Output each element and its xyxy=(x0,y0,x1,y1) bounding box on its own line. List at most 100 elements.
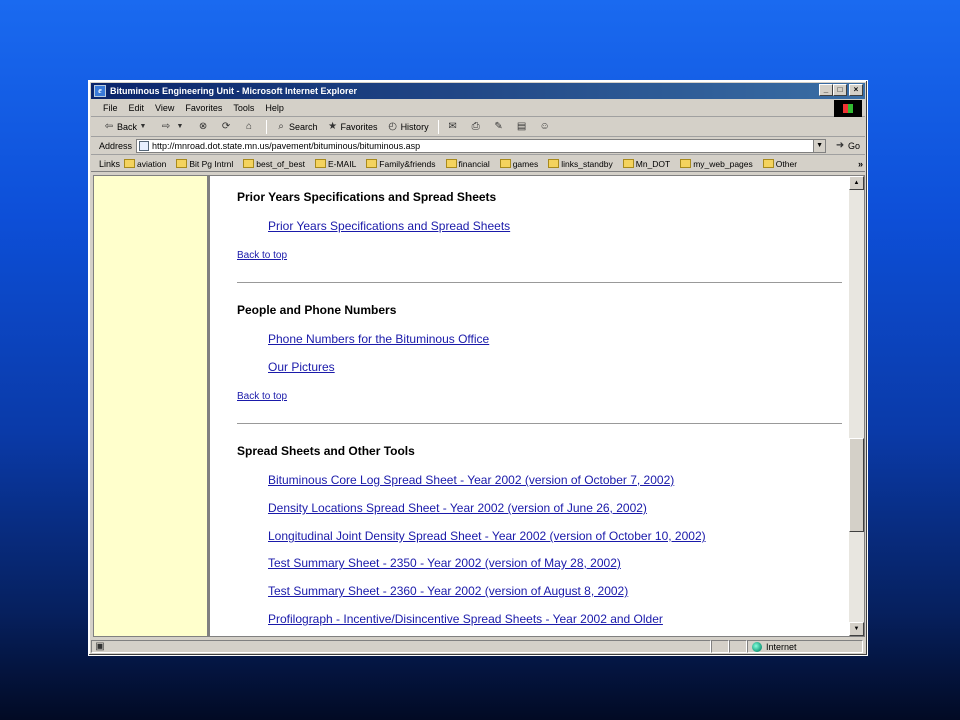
search-button[interactable]: ⌕ Search xyxy=(275,121,317,133)
folder-icon xyxy=(314,159,326,168)
page-content: Prior Years Specifications and Spread Sh… xyxy=(237,176,843,636)
stop-icon: ⊗ xyxy=(198,121,208,132)
address-bar: Address http://mnroad.dot.state.mn.us/pa… xyxy=(91,138,865,155)
close-button[interactable]: × xyxy=(849,84,863,96)
security-zone: Internet xyxy=(747,640,863,653)
folder-icon xyxy=(762,159,774,168)
content-link[interactable]: Prior Years Specifications and Spread Sh… xyxy=(268,219,510,233)
menu-favorites[interactable]: Favorites xyxy=(185,103,222,113)
address-input[interactable]: http://mnroad.dot.state.mn.us/pavement/b… xyxy=(136,139,827,153)
back-button[interactable]: ⇦ Back ▼ xyxy=(103,121,151,133)
links-folder[interactable]: Other xyxy=(762,159,797,169)
home-icon: ⌂ xyxy=(245,121,253,132)
links-folder[interactable]: aviation xyxy=(124,159,166,169)
content-link[interactable]: Our Pictures xyxy=(268,360,335,374)
forward-button[interactable]: ⇨ ▼ xyxy=(160,121,188,133)
vertical-scrollbar[interactable]: ▲ ▼ xyxy=(849,176,864,636)
content-link[interactable]: Longitudinal Joint Density Spread Sheet … xyxy=(268,529,706,543)
discuss-button[interactable]: ▤ xyxy=(516,121,530,133)
menu-view[interactable]: View xyxy=(155,103,174,113)
address-dropdown-icon[interactable]: ▼ xyxy=(813,140,826,152)
windows-logo-icon xyxy=(834,100,862,117)
folder-icon xyxy=(445,159,457,168)
section-divider xyxy=(237,282,842,283)
links-folder[interactable]: my_web_pages xyxy=(680,159,753,169)
maximize-button[interactable]: □ xyxy=(833,84,847,96)
go-button[interactable]: ➜ Go xyxy=(834,140,860,152)
refresh-button[interactable]: ⟳ xyxy=(220,121,234,133)
page-status-icon: ▣ xyxy=(95,640,105,652)
scroll-up-icon[interactable]: ▲ xyxy=(849,176,864,190)
forward-arrow-icon: ⇨ xyxy=(161,121,171,132)
folder-icon xyxy=(548,159,560,168)
links-folder[interactable]: E-MAIL xyxy=(314,159,356,169)
back-arrow-icon: ⇦ xyxy=(104,121,114,132)
home-button[interactable]: ⌂ xyxy=(243,121,257,133)
menu-file[interactable]: File xyxy=(103,103,118,113)
title-bar[interactable]: e Bituminous Engineering Unit - Microsof… xyxy=(91,83,865,99)
links-folder[interactable]: best_of_best xyxy=(243,159,305,169)
stop-button[interactable]: ⊗ xyxy=(197,121,211,133)
toolbar-separator xyxy=(266,120,268,134)
address-label: Address xyxy=(99,141,133,151)
messenger-icon: ☺ xyxy=(539,121,550,132)
links-bar: Links aviation Bit Pg Intrnl best_of_bes… xyxy=(91,156,865,172)
folder-icon xyxy=(622,159,634,168)
minimize-button[interactable]: _ xyxy=(819,84,833,96)
discuss-icon: ▤ xyxy=(516,121,527,132)
menu-help[interactable]: Help xyxy=(265,103,284,113)
links-folder[interactable]: links_standby xyxy=(548,159,613,169)
links-folder[interactable]: financial xyxy=(445,159,490,169)
page-icon xyxy=(139,141,150,151)
status-bar: ▣ Internet xyxy=(91,639,865,654)
folder-icon xyxy=(176,159,188,168)
messenger-button[interactable]: ☺ xyxy=(539,121,553,133)
links-folder[interactable]: Bit Pg Intrnl xyxy=(176,159,233,169)
folder-icon xyxy=(499,159,511,168)
favorites-button[interactable]: ★ Favorites xyxy=(327,121,378,133)
links-folder[interactable]: Family&friends xyxy=(366,159,436,169)
left-nav-pane xyxy=(94,176,210,636)
content-link[interactable]: Density Locations Spread Sheet - Year 20… xyxy=(268,501,647,515)
content-link[interactable]: Phone Numbers for the Bituminous Office xyxy=(268,332,489,346)
links-folder[interactable]: games xyxy=(499,159,538,169)
folder-icon xyxy=(680,159,692,168)
links-label: Links xyxy=(99,158,121,169)
menu-tools[interactable]: Tools xyxy=(233,103,254,113)
chevron-down-icon: ▼ xyxy=(176,123,184,130)
scroll-thumb[interactable] xyxy=(849,438,864,532)
folder-icon xyxy=(243,159,255,168)
mail-button[interactable]: ✉ xyxy=(447,121,461,133)
menu-edit[interactable]: Edit xyxy=(129,103,145,113)
refresh-icon: ⟳ xyxy=(221,121,231,132)
folder-icon xyxy=(366,159,378,168)
page-viewport: Prior Years Specifications and Spread Sh… xyxy=(93,175,865,637)
status-text-cell: ▣ xyxy=(91,640,711,653)
mail-icon: ✉ xyxy=(448,121,457,132)
history-icon: ◴ xyxy=(388,121,397,132)
content-link[interactable]: Bituminous Core Log Spread Sheet - Year … xyxy=(268,473,674,487)
section-divider xyxy=(237,423,842,424)
chevron-down-icon: ▼ xyxy=(139,123,147,130)
favorites-icon: ★ xyxy=(328,121,338,132)
content-link[interactable]: Test Summary Sheet - 2350 - Year 2002 (v… xyxy=(268,556,621,570)
content-link[interactable]: Profilograph - Incentive/Disincentive Sp… xyxy=(268,612,663,626)
section-heading: Spread Sheets and Other Tools xyxy=(237,444,415,458)
menu-bar: File Edit View Favorites Tools Help xyxy=(91,100,865,117)
back-to-top-link[interactable]: Back to top xyxy=(237,391,287,402)
back-to-top-link[interactable]: Back to top xyxy=(237,250,287,261)
history-button[interactable]: ◴ History xyxy=(387,121,428,133)
content-link[interactable]: Test Summary Sheet - 2360 - Year 2002 (v… xyxy=(268,584,628,598)
links-folder[interactable]: Mn_DOT xyxy=(622,159,670,169)
section-heading: Prior Years Specifications and Spread Sh… xyxy=(237,190,497,204)
edit-button[interactable]: ✎ xyxy=(493,121,507,133)
folder-icon xyxy=(124,159,136,168)
scroll-down-icon[interactable]: ▼ xyxy=(849,622,864,636)
standard-toolbar: ⇦ Back ▼ ⇨ ▼ ⊗ ⟳ ⌂ ⌕ Search ★ Favorites … xyxy=(91,118,865,137)
print-button[interactable]: ⎙ xyxy=(470,121,484,133)
status-cell xyxy=(711,640,729,653)
links-overflow-icon[interactable]: » xyxy=(858,159,863,169)
toolbar-separator xyxy=(437,120,439,134)
browser-window: e Bituminous Engineering Unit - Microsof… xyxy=(88,80,868,656)
globe-icon xyxy=(752,641,762,652)
